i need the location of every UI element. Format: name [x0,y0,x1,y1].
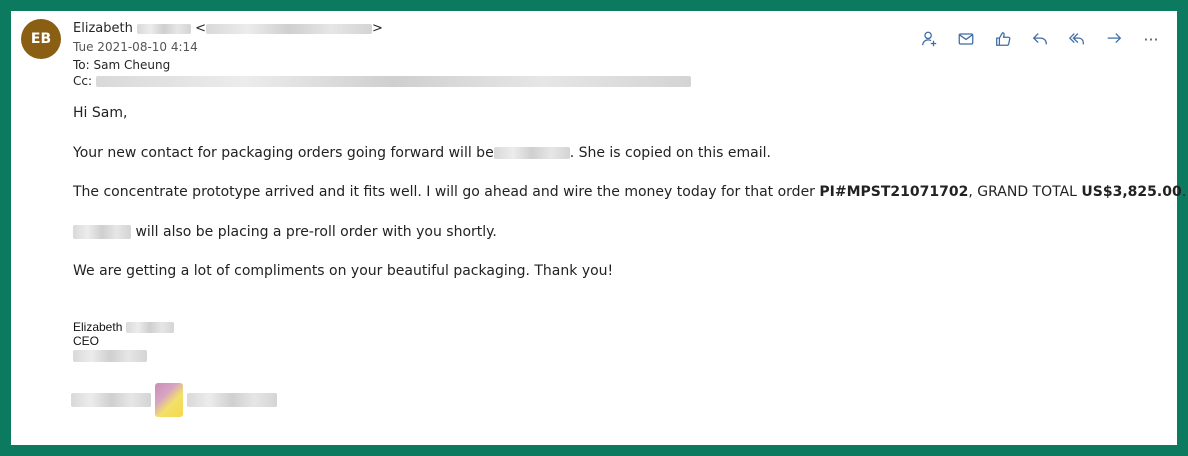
p3-text-mid: , GRAND TOTAL [968,184,1082,200]
order-number: PI#MPST21071702 [819,184,969,200]
reply-all-icon[interactable] [1065,27,1089,51]
redacted-cc-recipients[interactable] [95,76,691,87]
p2-text-after: . She is copied on this email. [569,145,771,161]
sender-name: Elizabeth [73,21,133,36]
redacted-sender-surname [136,23,191,34]
redacted-signature-surname [125,322,174,334]
forward-icon[interactable] [1102,27,1126,51]
mail-icon[interactable] [954,27,978,51]
sender-close-bracket: > [372,21,383,36]
reply-icon[interactable] [1028,27,1052,51]
redacted-company-name [73,349,147,362]
message-toolbar: ··· [917,27,1163,51]
email-reading-pane: EB Elizabeth < > Tue 2021-08-10 4:14 To: … [11,11,1186,445]
redacted-logo-text-left [71,393,151,407]
cc-line: Cc: [73,74,691,88]
redacted-sender-email [206,23,373,34]
signature-name-line: Elizabeth [73,320,174,334]
sender-avatar[interactable]: EB [21,19,61,59]
redacted-contact-name [493,147,570,159]
sender-open-bracket: < [195,21,207,36]
signature-title: CEO [73,334,100,348]
person-add-icon[interactable] [917,27,941,51]
cc-label: Cc: [73,74,93,88]
to-line: To: Sam Cheung [73,58,170,72]
p2-text-before: Your new contact for packaging orders go… [73,145,494,161]
sent-date: Tue 2021-08-10 4:14 [73,40,198,54]
paragraph-preroll: will also be placing a pre-roll order wi… [73,224,497,240]
p4-text: will also be placing a pre-roll order wi… [131,224,497,240]
signature-name: Elizabeth [73,320,123,334]
p3-text-before: The concentrate prototype arrived and it… [73,184,820,200]
signature-company-line [73,348,147,362]
paragraph-order: The concentrate prototype arrived and it… [73,184,1186,200]
paragraph-new-contact: Your new contact for packaging orders go… [73,145,771,161]
redacted-logo-text-right [187,393,277,407]
p3-text-end: . [1181,184,1187,200]
paragraph-thanks: We are getting a lot of compliments on y… [73,263,614,279]
sender-line[interactable]: Elizabeth < > [73,21,383,36]
more-icon[interactable]: ··· [1139,27,1163,51]
thumbs-up-icon[interactable] [991,27,1015,51]
redacted-name [73,225,131,239]
grand-total: US$3,825.00 [1081,184,1182,200]
company-logo-icon [155,383,183,417]
greeting: Hi Sam, [73,105,128,121]
signature-logo-row [71,383,277,417]
to-label: To: [73,58,90,72]
to-recipient[interactable]: Sam Cheung [94,58,171,72]
